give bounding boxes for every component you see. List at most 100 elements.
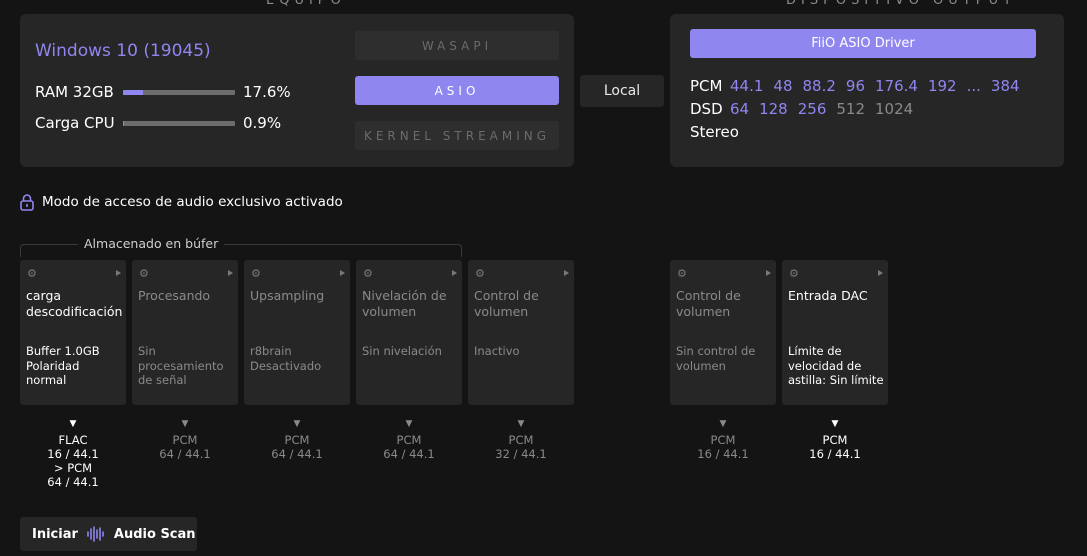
stage-description: Sin procesamiento de señal: [138, 344, 224, 387]
dsd-rate: 128: [759, 100, 788, 118]
gear-icon[interactable]: ⚙: [27, 268, 37, 279]
pcm-rates-row: PCM 44.1 48 88.2 96 176.4 192... 384: [690, 77, 1030, 95]
output-panel: FiiO ASIO Driver PCM 44.1 48 88.2 96 176.4 19…: [670, 14, 1064, 167]
exclusive-mode-indicator: Modo de acceso de audio exclusivo activa…: [20, 193, 343, 211]
pcm-rate: ...: [966, 77, 981, 95]
pipeline-stage-card[interactable]: ⚙ Entrada DAC Límite de velocidad de astil…: [782, 260, 888, 405]
play-icon[interactable]: [228, 270, 233, 276]
ram-stat: RAM 32GB 17.6%: [35, 83, 293, 101]
play-icon[interactable]: [340, 270, 345, 276]
stage-title: Upsampling: [250, 288, 325, 303]
scan-label: Audio Scan: [113, 526, 196, 542]
stage-format: ▼ PCM 64 / 44.1: [356, 419, 462, 461]
gear-icon[interactable]: ⚙: [475, 268, 485, 279]
scan-prefix: Iniciar: [32, 526, 78, 542]
format-line: 16 / 44.1: [697, 447, 749, 461]
stage-description: Buffer 1.0GB Polaridad normal: [26, 344, 100, 387]
audio-scan-button[interactable]: Iniciar Audio Scan: [20, 517, 197, 551]
stage-description: Sin control de volumen: [676, 344, 756, 373]
ram-bar-fill: [123, 89, 143, 95]
arrow-down-icon: ▼: [517, 419, 525, 429]
format-line: 64 / 44.1: [47, 475, 99, 489]
arrow-down-icon: ▼: [293, 419, 301, 429]
driver-button[interactable]: FiiO ASIO Driver: [690, 29, 1036, 58]
format-line: 16 / 44.1: [809, 447, 861, 461]
gear-icon[interactable]: ⚙: [789, 268, 799, 279]
stage-title: Procesando: [138, 288, 211, 303]
play-icon[interactable]: [116, 270, 121, 276]
stage-format: ▼ PCM 64 / 44.1: [244, 419, 350, 461]
arrow-down-icon: ▼: [69, 419, 77, 429]
channels-row: Stereo: [690, 123, 739, 141]
stage-description: Inactivo: [474, 344, 520, 358]
buffer-label: Almacenado en búfer: [78, 236, 225, 251]
format-line: 32 / 44.1: [495, 447, 547, 461]
pipeline-stage-card[interactable]: ⚙ Control de volumen Inactivo: [468, 260, 574, 405]
cpu-bar: [123, 120, 235, 126]
format-line: 64 / 44.1: [159, 447, 211, 461]
format-line: PCM: [172, 433, 198, 447]
arrow-down-icon: ▼: [719, 419, 727, 429]
pipeline-stage-card[interactable]: ⚙ Upsampling r8brain Desactivado: [244, 260, 350, 405]
api-wasapi-button[interactable]: WASAPI: [355, 31, 559, 60]
pcm-rate: 48: [773, 77, 793, 95]
format-line: PCM: [710, 433, 736, 447]
local-button[interactable]: Local: [580, 75, 664, 107]
stage-title: carga descodificación: [26, 288, 123, 319]
stage-format: ▼ PCM 64 / 44.1: [132, 419, 238, 461]
pcm-rate: 192: [927, 77, 957, 95]
format-line: 64 / 44.1: [383, 447, 435, 461]
stage-title: Entrada DAC: [788, 288, 868, 303]
ram-label: RAM 32GB: [35, 83, 114, 101]
cpu-value: 0.9%: [243, 114, 282, 132]
stage-format: ▼ PCM 16 / 44.1: [782, 419, 888, 461]
arrow-down-icon: ▼: [405, 419, 413, 429]
ram-value: 17.6%: [243, 83, 291, 101]
pipeline-stage-card[interactable]: ⚙ carga descodificación Buffer 1.0GB Polar…: [20, 260, 126, 405]
format-line: > PCM: [53, 461, 93, 475]
pipeline-stage-card[interactable]: ⚙ Procesando Sin procesamiento de señal: [132, 260, 238, 405]
play-icon[interactable]: [452, 270, 457, 276]
format-line: 16 / 44.1: [47, 447, 99, 461]
pcm-label: PCM: [690, 77, 723, 95]
gear-icon[interactable]: ⚙: [677, 268, 687, 279]
waveform-icon: [87, 526, 104, 542]
output-section-title: DISPOSITIVO OUTPUT: [786, 0, 1017, 8]
gear-icon[interactable]: ⚙: [251, 268, 261, 279]
dsd-rates-row: DSD 64 128 256 512 1024: [690, 100, 923, 118]
pcm-rate: 44.1: [730, 77, 764, 95]
format-line: 64 / 44.1: [271, 447, 323, 461]
pcm-rates: 44.1 48 88.2 96 176.4 192... 384: [730, 77, 1030, 95]
format-line: PCM: [284, 433, 310, 447]
play-icon[interactable]: [766, 270, 771, 276]
equipo-panel: Windows 10 (19045) RAM 32GB 17.6% Carga …: [20, 14, 574, 167]
pipeline-stage-card[interactable]: ⚙ Nivelación de volumen Sin nivelación: [356, 260, 462, 405]
format-line: PCM: [508, 433, 534, 447]
cpu-label: Carga CPU: [35, 114, 115, 132]
stage-description: Límite de velocidad de astilla: Sin lími…: [788, 344, 884, 387]
api-asio-button[interactable]: ASIO: [355, 76, 559, 105]
pcm-rate: 176.4: [875, 77, 918, 95]
gear-icon[interactable]: ⚙: [139, 268, 149, 279]
pcm-rate: 384: [990, 77, 1020, 95]
equipo-section-title: EQUIPO: [266, 0, 346, 8]
gear-icon[interactable]: ⚙: [363, 268, 373, 279]
stage-description: r8brain Desactivado: [250, 344, 322, 373]
play-icon[interactable]: [878, 270, 883, 276]
cpu-stat: Carga CPU 0.9%: [35, 114, 293, 132]
stage-format: ▼ PCM 32 / 44.1: [468, 419, 574, 461]
dsd-rate: 256: [797, 100, 827, 118]
play-icon[interactable]: [564, 270, 569, 276]
cpu-bar-fill: [123, 120, 124, 126]
format-line: PCM: [396, 433, 422, 447]
stage-title: Control de volumen: [676, 288, 741, 319]
pipeline-stage-card[interactable]: ⚙ Control de volumen Sin control de volume…: [670, 260, 776, 405]
channels-label: Stereo: [690, 123, 739, 141]
api-kernel-streaming-button[interactable]: KERNEL STREAMING: [355, 121, 559, 150]
stage-format: ▼ PCM 16 / 44.1: [670, 419, 776, 461]
stage-title: Nivelación de volumen: [362, 288, 447, 319]
format-line: PCM: [822, 433, 848, 447]
dsd-label: DSD: [690, 100, 723, 118]
format-line: FLAC: [58, 433, 88, 447]
pcm-rate: 88.2: [802, 77, 836, 95]
